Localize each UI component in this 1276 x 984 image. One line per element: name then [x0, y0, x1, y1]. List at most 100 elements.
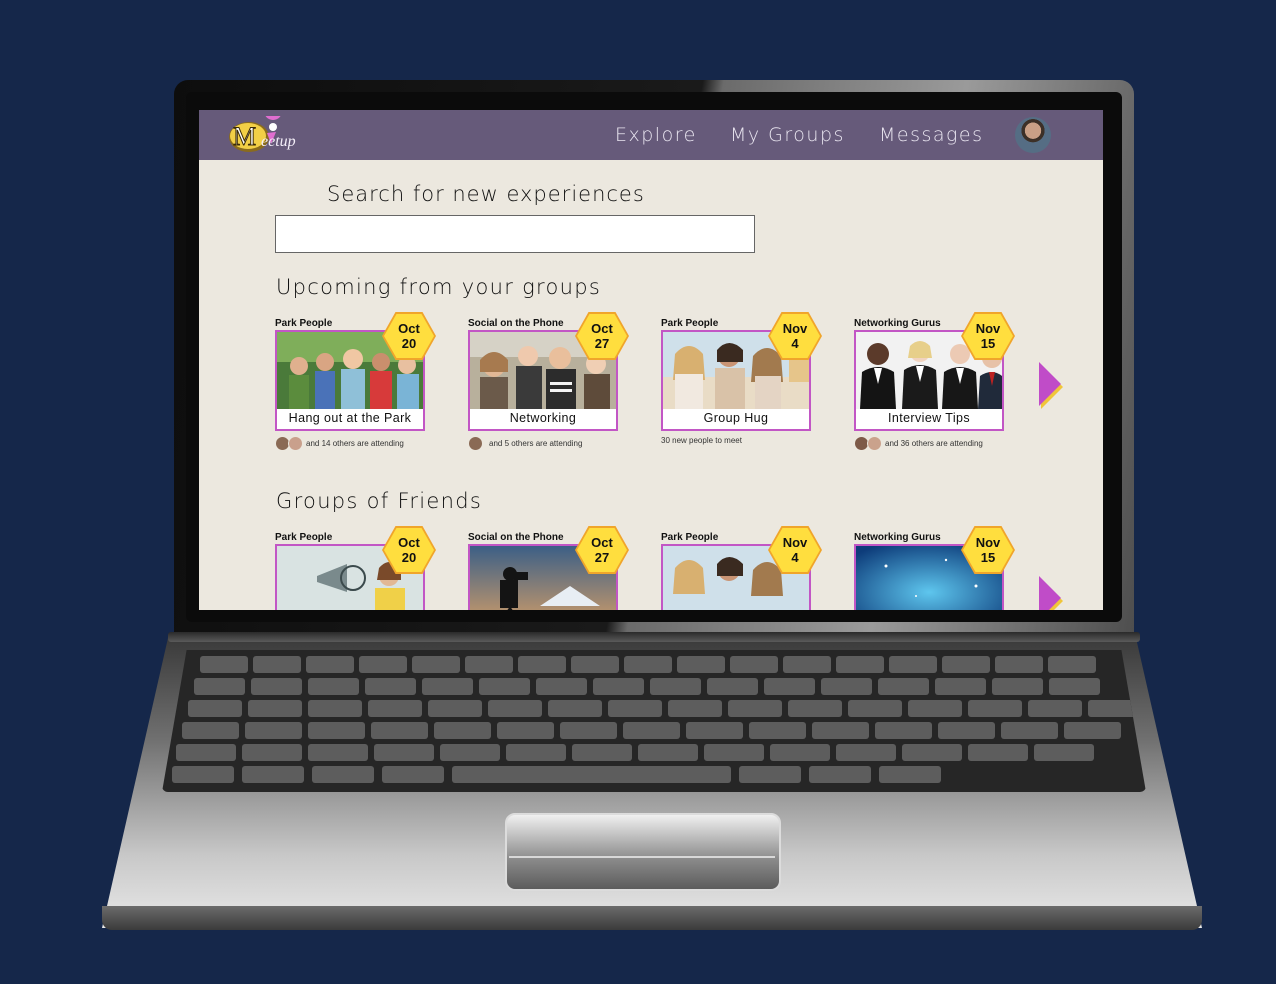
date-month: Nov [975, 535, 1001, 550]
upcoming-heading: Upcoming from your groups [276, 275, 602, 299]
keyboard-key [200, 656, 248, 673]
keyboard-key [248, 700, 302, 717]
keyboard-key [836, 744, 896, 761]
keyboard-key [821, 678, 872, 695]
keyboard-key [908, 700, 962, 717]
keyboard-key [365, 678, 416, 695]
search-input[interactable] [275, 215, 755, 253]
keyboard-key [251, 678, 302, 695]
keyboard-key [253, 656, 301, 673]
date-day: 20 [401, 336, 417, 351]
keyboard-key [879, 766, 941, 783]
keyboard-key [194, 678, 245, 695]
keyboard-key [668, 700, 722, 717]
search-heading: Search for new experiences [327, 182, 645, 206]
keyboard-key [242, 766, 304, 783]
keyboard-key [677, 656, 725, 673]
attendance-text: 30 new people to meet [661, 436, 742, 445]
keyboard-key [593, 678, 644, 695]
card-title: Group Hug [703, 411, 769, 425]
keyboard-key [465, 656, 513, 673]
chevron-right-icon [1039, 362, 1061, 406]
attendance-text: and 5 others are attending [489, 439, 583, 448]
attendance-text: and 36 others are attending [885, 439, 983, 448]
keyboard-key [783, 656, 831, 673]
keyboard-key [624, 656, 672, 673]
keyboard-key [571, 656, 619, 673]
keyboard-key [359, 656, 407, 673]
card-title: Hang out at the Park [288, 411, 412, 425]
date-month: Oct [591, 535, 613, 550]
keyboard-key [506, 744, 566, 761]
top-nav-bar: M eetup Explore My Groups Messages [199, 110, 1103, 160]
keyboard-key [308, 700, 362, 717]
keyboard-key [308, 678, 359, 695]
keyboard-key [623, 722, 680, 739]
date-month: Oct [591, 321, 613, 336]
keyboard-key [902, 744, 962, 761]
keyboard-key [182, 722, 239, 739]
keyboard-key [312, 766, 374, 783]
nav-my-groups[interactable]: My Groups [730, 124, 845, 146]
date-day: 4 [791, 336, 799, 351]
keyboard-key [306, 656, 354, 673]
card-title: Interview Tips [887, 411, 971, 425]
keyboard-key [1028, 700, 1082, 717]
keyboard-key [875, 722, 932, 739]
card-group-name: Networking Gurus [854, 532, 941, 543]
keyboard-key [770, 744, 830, 761]
attendee-avatar [468, 436, 483, 451]
card-group-name: Park People [275, 532, 333, 543]
keyboard-key [518, 656, 566, 673]
keyboard-key [968, 700, 1022, 717]
keyboard-key [942, 656, 990, 673]
date-month: Nov [975, 321, 1001, 336]
friends-heading: Groups of Friends [276, 489, 483, 513]
keyboard-key [730, 656, 778, 673]
upcoming-next-arrow[interactable] [1039, 362, 1063, 409]
date-day: 4 [791, 550, 799, 565]
keyboard-key [428, 700, 482, 717]
keyboard-key [938, 722, 995, 739]
user-avatar[interactable] [1015, 117, 1051, 153]
trackpad-button-divider [509, 856, 775, 858]
keyboard-key [968, 744, 1028, 761]
keyboard-key [488, 700, 542, 717]
friends-next-arrow[interactable] [1039, 576, 1063, 610]
keyboard-key [422, 678, 473, 695]
meetup-logo[interactable]: M eetup [227, 110, 323, 156]
card-group-name: Social on the Phone [468, 318, 564, 329]
attendance-line: and 14 others are attending [275, 436, 404, 451]
keyboard-key [812, 722, 869, 739]
keyboard-key [638, 744, 698, 761]
keyboard-key [764, 678, 815, 695]
laptop-base-edge [102, 906, 1202, 930]
keyboard-key [836, 656, 884, 673]
keyboard-key [739, 766, 801, 783]
nav-explore[interactable]: Explore [615, 124, 697, 146]
card-group-name: Social on the Phone [468, 532, 564, 543]
keyboard-key [382, 766, 444, 783]
chevron-right-icon [1039, 576, 1061, 610]
app-screen: M eetup Explore My Groups Messages Searc… [199, 110, 1103, 610]
keyboard-key [308, 722, 365, 739]
keyboard-key [452, 766, 731, 783]
date-day: 15 [980, 336, 996, 351]
keyboard-key [1049, 678, 1100, 695]
keyboard-key [995, 656, 1043, 673]
keyboard-key [992, 678, 1043, 695]
attendance-line: and 36 others are attending [854, 436, 983, 451]
keyboard-key [1034, 744, 1094, 761]
card-group-name: Networking Gurus [854, 318, 941, 329]
keyboard-key [434, 722, 491, 739]
keyboard-key [368, 700, 422, 717]
keyboard-key [242, 744, 302, 761]
keyboard-key [935, 678, 986, 695]
nav-messages[interactable]: Messages [879, 124, 984, 146]
date-day: 20 [401, 550, 417, 565]
keyboard-key [172, 766, 234, 783]
laptop-hinge [168, 632, 1140, 642]
keyboard [162, 650, 1146, 792]
card-title: Networking [509, 411, 577, 425]
keyboard-key [176, 744, 236, 761]
